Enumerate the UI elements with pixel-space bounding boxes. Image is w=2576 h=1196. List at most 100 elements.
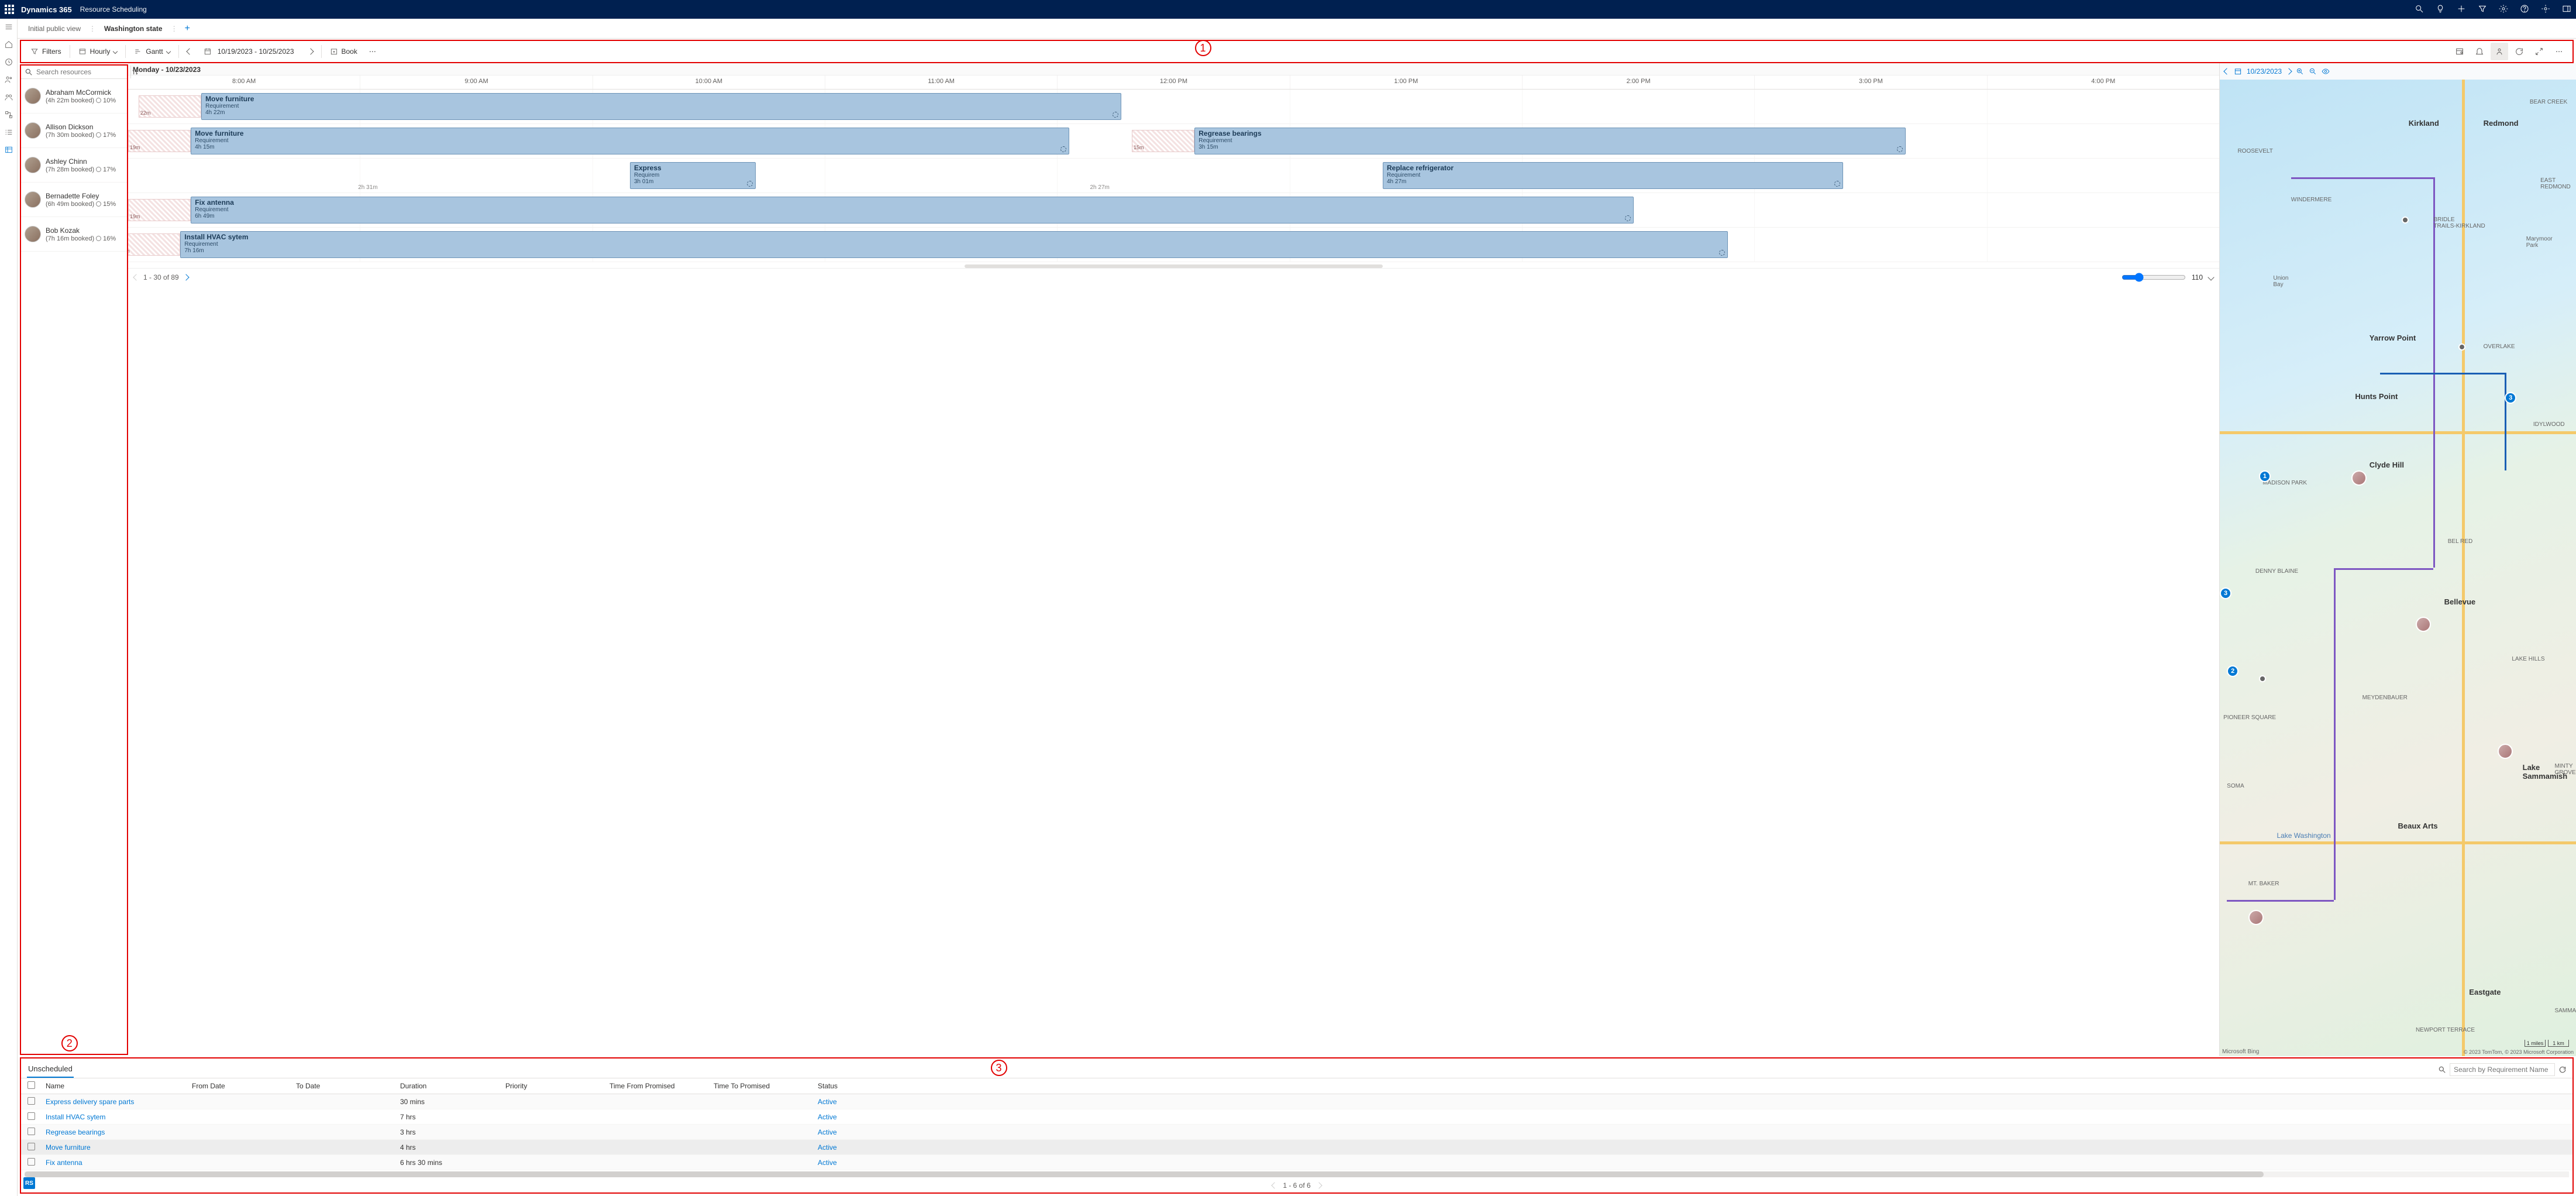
status-link[interactable]: Active	[818, 1128, 837, 1136]
requirement-link[interactable]: Express delivery spare parts	[46, 1098, 134, 1106]
view-tab-initial[interactable]: Initial public view	[23, 22, 85, 35]
resource-row[interactable]: Bernadette Foley(6h 49m booked) 15%	[21, 183, 127, 217]
col-duration[interactable]: Duration	[395, 1082, 501, 1090]
booking-block[interactable]: Move furnitureRequirement4h 15m	[191, 128, 1069, 154]
filter-icon[interactable]	[2478, 4, 2487, 15]
booking-block[interactable]: Move furnitureRequirement4h 22m	[201, 93, 1121, 120]
view-tab-current[interactable]: Washington state	[99, 22, 167, 35]
col-tfp[interactable]: Time From Promised	[605, 1082, 709, 1090]
status-link[interactable]: Active	[818, 1098, 837, 1106]
status-link[interactable]: Active	[818, 1159, 837, 1167]
map-pin-3[interactable]: 3	[2220, 587, 2231, 599]
col-status[interactable]: Status	[813, 1082, 883, 1090]
col-to-date[interactable]: To Date	[291, 1082, 395, 1090]
lightbulb-icon[interactable]	[2436, 4, 2445, 15]
book-button[interactable]: Book	[325, 45, 362, 58]
booking-block[interactable]: Replace refrigeratorRequirement4h 27m	[1383, 162, 1843, 189]
map-resource-pin[interactable]	[2416, 617, 2431, 632]
requirement-link[interactable]: Install HVAC sytem	[46, 1113, 105, 1121]
org-icon[interactable]	[4, 110, 13, 119]
recent-icon[interactable]	[4, 57, 13, 67]
resource-row[interactable]: Abraham McCormick(4h 22m booked) 10%	[21, 79, 127, 114]
resource-row[interactable]: Ashley Chinn(7h 28m booked) 17%	[21, 148, 127, 183]
zoom-out-icon[interactable]	[2309, 67, 2317, 75]
hourly-dropdown[interactable]: Hourly	[74, 45, 122, 58]
add-icon[interactable]	[2457, 4, 2466, 15]
app-launcher-icon[interactable]	[5, 5, 14, 14]
gantt-dropdown[interactable]: Gantt	[129, 45, 174, 58]
help-icon[interactable]	[2520, 4, 2529, 15]
expand-icon[interactable]	[2530, 43, 2548, 60]
list-icon[interactable]	[4, 128, 13, 137]
req-pager-next[interactable]	[1315, 1182, 1322, 1188]
prev-range-button[interactable]	[182, 45, 197, 58]
zoom-slider[interactable]	[2122, 273, 2186, 282]
map-resource-pin[interactable]	[2248, 910, 2264, 925]
refresh-icon[interactable]	[2558, 1066, 2567, 1074]
booking-block[interactable]: Install HVAC sytemRequirement7h 16m	[180, 231, 1728, 258]
req-pager-prev[interactable]	[1272, 1182, 1278, 1188]
filters-button[interactable]: Filters	[26, 45, 66, 58]
requirement-search-input[interactable]	[2450, 1063, 2555, 1076]
status-link[interactable]: Active	[818, 1113, 837, 1121]
requirement-row[interactable]: Move furniture4 hrsActive	[21, 1140, 2572, 1155]
menu-icon[interactable]	[4, 22, 13, 32]
pager-next[interactable]	[182, 274, 189, 280]
diagnostics-icon[interactable]	[2541, 4, 2550, 15]
zoom-dropdown[interactable]	[2207, 274, 2214, 280]
view-settings-icon[interactable]	[2451, 43, 2468, 60]
alerts-icon[interactable]	[2471, 43, 2488, 60]
map-pin-2[interactable]: 2	[2227, 665, 2238, 677]
map-pin-4[interactable]: 3	[2505, 392, 2516, 404]
requirement-row[interactable]: Fix antenna6 hrs 30 minsActive	[21, 1155, 2572, 1170]
requirement-row[interactable]: Regrease bearings3 hrsActive	[21, 1125, 2572, 1140]
requirement-link[interactable]: Move furniture	[46, 1143, 91, 1152]
team-icon[interactable]	[4, 92, 13, 102]
search-icon[interactable]	[2415, 4, 2424, 15]
col-name[interactable]: Name	[41, 1082, 187, 1090]
resource-search[interactable]	[21, 66, 130, 78]
overflow-icon[interactable]: ⋯	[2550, 43, 2568, 60]
date-range-picker[interactable]: 10/19/2023 - 10/25/2023	[199, 45, 301, 58]
more-button[interactable]: ⋯	[364, 45, 381, 58]
status-link[interactable]: Active	[818, 1143, 837, 1152]
col-from-date[interactable]: From Date	[187, 1082, 291, 1090]
requirement-link[interactable]: Fix antenna	[46, 1159, 82, 1167]
resource-row[interactable]: Bob Kozak(7h 16m booked) 16%	[21, 217, 127, 252]
row-checkbox[interactable]	[27, 1112, 35, 1120]
grid-h-scrollbar[interactable]	[25, 1171, 2569, 1177]
map-toggle-icon[interactable]	[2491, 43, 2508, 60]
people-icon[interactable]	[4, 75, 13, 84]
row-checkbox[interactable]	[27, 1143, 35, 1150]
requirement-link[interactable]: Regrease bearings	[46, 1128, 105, 1136]
map-date[interactable]: 10/23/2023	[2247, 67, 2282, 75]
resource-search-input[interactable]	[36, 68, 127, 76]
map-pin-1[interactable]: 1	[2259, 470, 2271, 482]
col-priority[interactable]: Priority	[501, 1082, 605, 1090]
row-checkbox[interactable]	[27, 1097, 35, 1105]
row-checkbox[interactable]	[27, 1128, 35, 1135]
requirement-row[interactable]: Express delivery spare parts30 minsActiv…	[21, 1094, 2572, 1109]
schedule-board-icon[interactable]	[4, 145, 13, 154]
add-view-button[interactable]: +	[181, 23, 194, 34]
map-resource-pin[interactable]	[2351, 470, 2367, 486]
booking-block[interactable]: Regrease bearingsRequirement3h 15m	[1194, 128, 1906, 154]
tab-unscheduled[interactable]: Unscheduled	[27, 1061, 74, 1078]
map-next-day[interactable]	[2285, 68, 2292, 74]
resource-row[interactable]: Allison Dickson(7h 30m booked) 17%	[21, 114, 127, 148]
panel-icon[interactable]	[2562, 4, 2571, 15]
next-range-button[interactable]	[304, 45, 318, 58]
select-all-checkbox[interactable]	[27, 1081, 35, 1089]
visibility-icon[interactable]	[2322, 67, 2330, 75]
settings-icon[interactable]	[2499, 4, 2508, 15]
map-resource-pin[interactable]	[2498, 744, 2513, 759]
col-ttp[interactable]: Time To Promised	[709, 1082, 813, 1090]
map-canvas[interactable]: Kirkland Redmond Bellevue Yarrow Point H…	[2220, 80, 2576, 1056]
refresh-icon[interactable]	[2510, 43, 2528, 60]
booking-block[interactable]: Fix antennaRequirement6h 49m	[191, 197, 1634, 224]
zoom-in-icon[interactable]	[2296, 67, 2304, 75]
row-checkbox[interactable]	[27, 1158, 35, 1166]
pager-prev[interactable]	[133, 274, 139, 280]
booking-block[interactable]: ExpressRequirem3h 01m	[630, 162, 756, 189]
requirement-row[interactable]: Install HVAC sytem7 hrsActive	[21, 1109, 2572, 1125]
